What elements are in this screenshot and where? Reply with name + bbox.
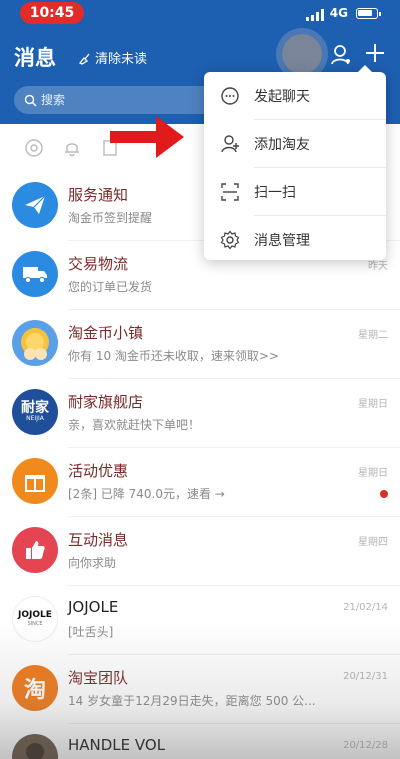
message-preview: 向你求助 (68, 556, 117, 570)
message-title: HANDLE VOL (68, 736, 166, 754)
message-time: 20/12/31 (343, 671, 388, 682)
gift-icon (12, 458, 58, 504)
menu-item-label: 添加淘友 (254, 136, 310, 153)
message-preview: 您的订单已发货 (68, 280, 153, 294)
clear-unread-button[interactable]: 清除未读 (78, 48, 147, 67)
message-time: 星期二 (358, 330, 388, 341)
list-item[interactable]: 耐家 NEIJIA 耐家旗舰店 亲，喜欢就赶快下单吧！ 星期日 (0, 379, 400, 448)
list-item[interactable]: JOJOLE SINCE JOJOLE [吐舌头] 21/02/14 (0, 586, 400, 655)
jojole-logo: JOJOLE SINCE (12, 596, 58, 642)
broom-icon (78, 53, 90, 65)
message-title: 交易物流 (68, 255, 129, 273)
tao-icon: 淘 (12, 665, 58, 711)
thumbs-up-icon (12, 527, 58, 573)
message-title: 活动优惠 (68, 462, 129, 480)
list-item[interactable]: HANDLE VOL 20/12/28 (0, 724, 400, 759)
truck-icon (12, 251, 58, 297)
message-preview: 亲，喜欢就赶快下单吧！ (68, 418, 201, 432)
at-icon[interactable] (24, 138, 44, 158)
clear-unread-label: 清除未读 (95, 52, 148, 67)
message-time: 20/12/28 (343, 740, 388, 751)
menu-item-message-settings[interactable]: 消息管理 (204, 216, 386, 263)
menu-item-add-friend[interactable]: 添加淘友 (204, 120, 386, 167)
message-time: 21/02/14 (343, 602, 388, 613)
status-bar: 10:45 4G (0, 0, 400, 28)
bell-icon[interactable] (62, 138, 82, 158)
touch-indicator (282, 34, 322, 74)
message-time: 星期日 (358, 468, 388, 479)
unread-badge (380, 490, 388, 498)
message-time: 星期四 (358, 537, 388, 548)
list-item[interactable]: 淘 淘宝团队 14 岁女童于12月29日走失，距离您 500 公... 20/1… (0, 655, 400, 724)
message-title: 淘金币小镇 (68, 324, 144, 342)
message-preview: [吐舌头] (68, 625, 114, 639)
plus-icon[interactable] (364, 42, 386, 64)
menu-item-label: 消息管理 (254, 232, 310, 249)
message-title: JOJOLE (68, 598, 119, 616)
menu-item-label: 扫一扫 (254, 184, 296, 201)
coin-character-avatar (12, 320, 58, 366)
store-photo-avatar (12, 734, 58, 759)
contacts-icon[interactable] (330, 44, 352, 66)
status-time: 10:45 (20, 2, 84, 24)
red-arrow-annotation (110, 116, 184, 158)
menu-item-scan[interactable]: 扫一扫 (204, 168, 386, 215)
paper-plane-icon (12, 182, 58, 228)
network-label: 4G (329, 6, 348, 20)
list-item[interactable]: 互动消息 向你求助 星期四 (0, 517, 400, 586)
menu-item-label: 发起聊天 (254, 88, 310, 105)
battery-icon (356, 8, 381, 19)
scan-icon (221, 182, 239, 201)
gear-icon (220, 230, 240, 249)
search-icon (24, 94, 37, 106)
menu-item-start-chat[interactable]: 发起聊天 (204, 72, 386, 119)
message-title: 淘宝团队 (68, 669, 129, 687)
naijia-logo: 耐家 NEIJIA (12, 389, 58, 435)
message-preview: 你有 10 淘金币还未收取，速来领取>> (68, 349, 280, 363)
message-preview: [2条] 已降 740.0元，速看 → (68, 487, 225, 501)
plus-dropdown-menu: 发起聊天 添加淘友 扫一扫 消息管理 (204, 65, 386, 263)
list-item[interactable]: 淘金币小镇 你有 10 淘金币还未收取，速来领取>> 星期二 (0, 310, 400, 379)
add-friend-icon (221, 134, 239, 152)
message-preview: 14 岁女童于12月29日走失，距离您 500 公... (68, 694, 316, 708)
page-title: 消息 (14, 46, 56, 70)
message-preview: 淘金币签到提醒 (68, 211, 153, 225)
list-item[interactable]: 活动优惠 [2条] 已降 740.0元，速看 → 星期日 (0, 448, 400, 517)
chat-bubble-icon (221, 86, 239, 105)
message-title: 耐家旗舰店 (68, 393, 144, 411)
message-time: 星期日 (358, 399, 388, 410)
signal-icon (306, 9, 324, 21)
message-title: 互动消息 (68, 531, 129, 549)
message-title: 服务通知 (68, 186, 129, 204)
